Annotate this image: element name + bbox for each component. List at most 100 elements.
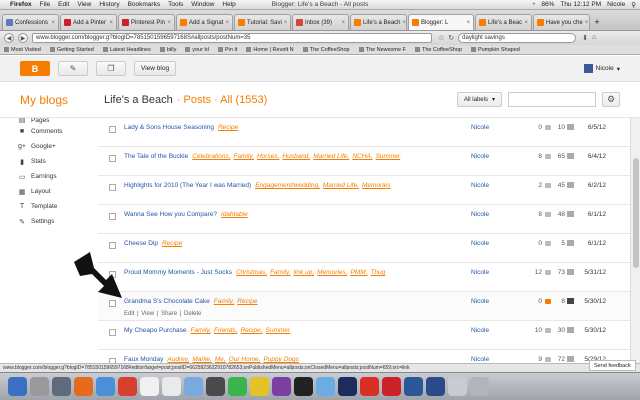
search-box[interactable]: daylight savings bbox=[458, 33, 577, 43]
bookmark-item[interactable]: Latest Headlines bbox=[102, 47, 151, 53]
post-label-link[interactable]: Marlie, bbox=[192, 356, 212, 363]
tab-5[interactable]: Tutorial: Savi × bbox=[234, 14, 291, 30]
post-label-link[interactable]: Our Home, bbox=[229, 356, 261, 363]
blogger-logo-icon[interactable]: B bbox=[20, 61, 50, 76]
post-title-link[interactable]: Lady & Sons House Seasoning bbox=[124, 124, 214, 131]
bookmark-item[interactable]: Home | Revolt N bbox=[246, 47, 294, 53]
post-label-link[interactable]: Family, bbox=[270, 269, 290, 276]
post-title-link[interactable]: Proud Mommy Moments - Just Socks bbox=[124, 269, 232, 276]
bookmark-item[interactable]: your bl bbox=[185, 47, 209, 53]
post-label-link[interactable]: Family, bbox=[191, 327, 211, 334]
post-label-link[interactable]: Friends, bbox=[214, 327, 237, 334]
close-icon[interactable]: × bbox=[464, 20, 470, 26]
post-row[interactable]: Cheese Dip Recipe Nicole 0 5 6/1/12 bbox=[98, 234, 630, 263]
dock-app-icon[interactable] bbox=[250, 377, 269, 396]
post-checkbox[interactable] bbox=[109, 184, 116, 191]
bookmark-item[interactable]: The CoffeeShop bbox=[414, 47, 462, 53]
comment-count[interactable]: 8 bbox=[524, 153, 542, 160]
sidebar-item-stats[interactable]: ▮ Stats bbox=[18, 154, 98, 169]
tab-6[interactable]: Inbox (39) × bbox=[292, 14, 349, 30]
post-action-share[interactable]: Share bbox=[161, 311, 177, 317]
post-label-link[interactable]: Summer bbox=[266, 327, 291, 334]
dock-app-icon[interactable] bbox=[404, 377, 423, 396]
tab-3[interactable]: Pinterest Pin × bbox=[118, 14, 175, 30]
tab-4[interactable]: Add a Signat × bbox=[176, 14, 233, 30]
user-menu[interactable]: Nicole bbox=[607, 1, 625, 8]
post-title-link[interactable]: Faux Monday bbox=[124, 356, 163, 363]
post-label-link[interactable]: Celebrations, bbox=[192, 153, 230, 160]
sidebar-item-google-[interactable]: g+ Google+ bbox=[18, 139, 98, 154]
home-icon[interactable]: ⌂ bbox=[592, 34, 596, 42]
close-icon[interactable]: × bbox=[107, 20, 113, 26]
breadcrumb[interactable]: · Posts · All (1553) bbox=[177, 94, 267, 106]
post-row[interactable]: Proud Mommy Moments - Just Socks Christma… bbox=[98, 263, 630, 292]
star-icon[interactable]: ☆ bbox=[438, 34, 444, 42]
tab-2[interactable]: Add a Pinter × bbox=[60, 14, 117, 30]
reload-icon[interactable]: ↻ bbox=[448, 34, 454, 42]
tab-8[interactable]: Blogger: L × bbox=[408, 14, 474, 30]
bookmark-item[interactable]: Most Visited bbox=[4, 47, 41, 53]
dock-app-icon[interactable] bbox=[96, 377, 115, 396]
dock-app-icon[interactable] bbox=[162, 377, 181, 396]
post-title-link[interactable]: Cheese Dip bbox=[124, 240, 158, 247]
post-row[interactable]: Wanna See How you Compare? Idahtable Nicol… bbox=[98, 205, 630, 234]
post-action-delete[interactable]: Delete bbox=[184, 311, 201, 317]
post-row[interactable]: My Cheapo Purchase Family, Friends, Recipe,… bbox=[98, 321, 630, 350]
sidebar-item-settings[interactable]: ✎ Settings bbox=[18, 214, 98, 229]
wifi-icon[interactable]: ◔ bbox=[531, 1, 535, 8]
bookmark-item[interactable]: Getting Started bbox=[49, 47, 94, 53]
dock-app-icon[interactable] bbox=[30, 377, 49, 396]
post-label-link[interactable]: Summer bbox=[376, 153, 401, 160]
sidebar-item-layout[interactable]: ▦ Layout bbox=[18, 184, 98, 199]
scrollbar-thumb[interactable] bbox=[633, 158, 639, 268]
post-label-link[interactable]: NCHA, bbox=[352, 153, 372, 160]
dock-app-icon[interactable] bbox=[184, 377, 203, 396]
dock-app-icon[interactable] bbox=[74, 377, 93, 396]
comment-count[interactable]: 9 bbox=[524, 356, 542, 363]
close-icon[interactable]: × bbox=[401, 20, 406, 26]
post-label-link[interactable]: Christmas, bbox=[236, 269, 267, 276]
post-row[interactable]: Highlights for 2010 (The Year I was Marr… bbox=[98, 176, 630, 205]
close-icon[interactable]: × bbox=[223, 20, 229, 26]
my-blogs-link[interactable]: My blogs bbox=[20, 93, 104, 107]
bookmark-item[interactable]: Pumpkin Shaped bbox=[470, 47, 520, 53]
dock-app-icon[interactable] bbox=[118, 377, 137, 396]
spotlight-icon[interactable]: ⚲ bbox=[631, 1, 636, 9]
post-checkbox[interactable] bbox=[109, 126, 116, 133]
post-label-link[interactable]: link up, bbox=[294, 269, 315, 276]
dock-app-icon[interactable] bbox=[8, 377, 27, 396]
menu-tools[interactable]: Tools bbox=[168, 1, 183, 8]
download-icon[interactable]: ⬇ bbox=[582, 34, 588, 42]
tab-1[interactable]: Confessions × bbox=[2, 14, 59, 30]
post-checkbox[interactable] bbox=[109, 213, 116, 220]
bookmark-item[interactable]: billy bbox=[159, 47, 176, 53]
post-label-link[interactable]: Recipe, bbox=[240, 327, 262, 334]
post-author[interactable]: Nicole bbox=[471, 153, 489, 160]
post-label-link[interactable]: Recipe bbox=[162, 240, 182, 247]
comment-count[interactable]: 0 bbox=[524, 124, 542, 131]
comment-count[interactable]: 10 bbox=[524, 327, 542, 334]
app-menu[interactable]: Firefox bbox=[10, 1, 32, 8]
close-icon[interactable]: × bbox=[49, 20, 55, 26]
dock-app-icon[interactable] bbox=[206, 377, 225, 396]
battery-level[interactable]: 86% bbox=[541, 1, 554, 8]
dock-app-icon[interactable] bbox=[338, 377, 357, 396]
post-row[interactable]: Faux Monday Audrey, Marlie, Me, Our Home, Pup… bbox=[98, 350, 630, 363]
tab-9[interactable]: Life's a Beac × bbox=[475, 14, 532, 30]
post-label-link[interactable]: Me, bbox=[215, 356, 226, 363]
close-icon[interactable]: × bbox=[165, 20, 171, 26]
post-title-link[interactable]: Grandma S's Chocolate Cake bbox=[124, 298, 210, 305]
new-tab-button[interactable]: + bbox=[591, 14, 603, 30]
tab-10[interactable]: Have you che × bbox=[533, 14, 590, 30]
view-blog-button[interactable]: View blog bbox=[134, 61, 177, 76]
clock[interactable]: Thu 12:12 PM bbox=[560, 1, 601, 8]
comment-count[interactable]: 0 bbox=[524, 298, 542, 305]
menu-history[interactable]: History bbox=[99, 1, 119, 8]
sidebar-item-template[interactable]: T Template bbox=[18, 199, 98, 214]
post-row[interactable]: The Tale of the Buckle Celebrations, Famil… bbox=[98, 147, 630, 176]
post-author[interactable]: Nicole bbox=[471, 211, 489, 218]
post-label-link[interactable]: PMM, bbox=[350, 269, 367, 276]
post-label-link[interactable]: Married Life, bbox=[323, 182, 359, 189]
dock-app-icon[interactable] bbox=[470, 377, 489, 396]
close-icon[interactable]: × bbox=[522, 20, 528, 26]
